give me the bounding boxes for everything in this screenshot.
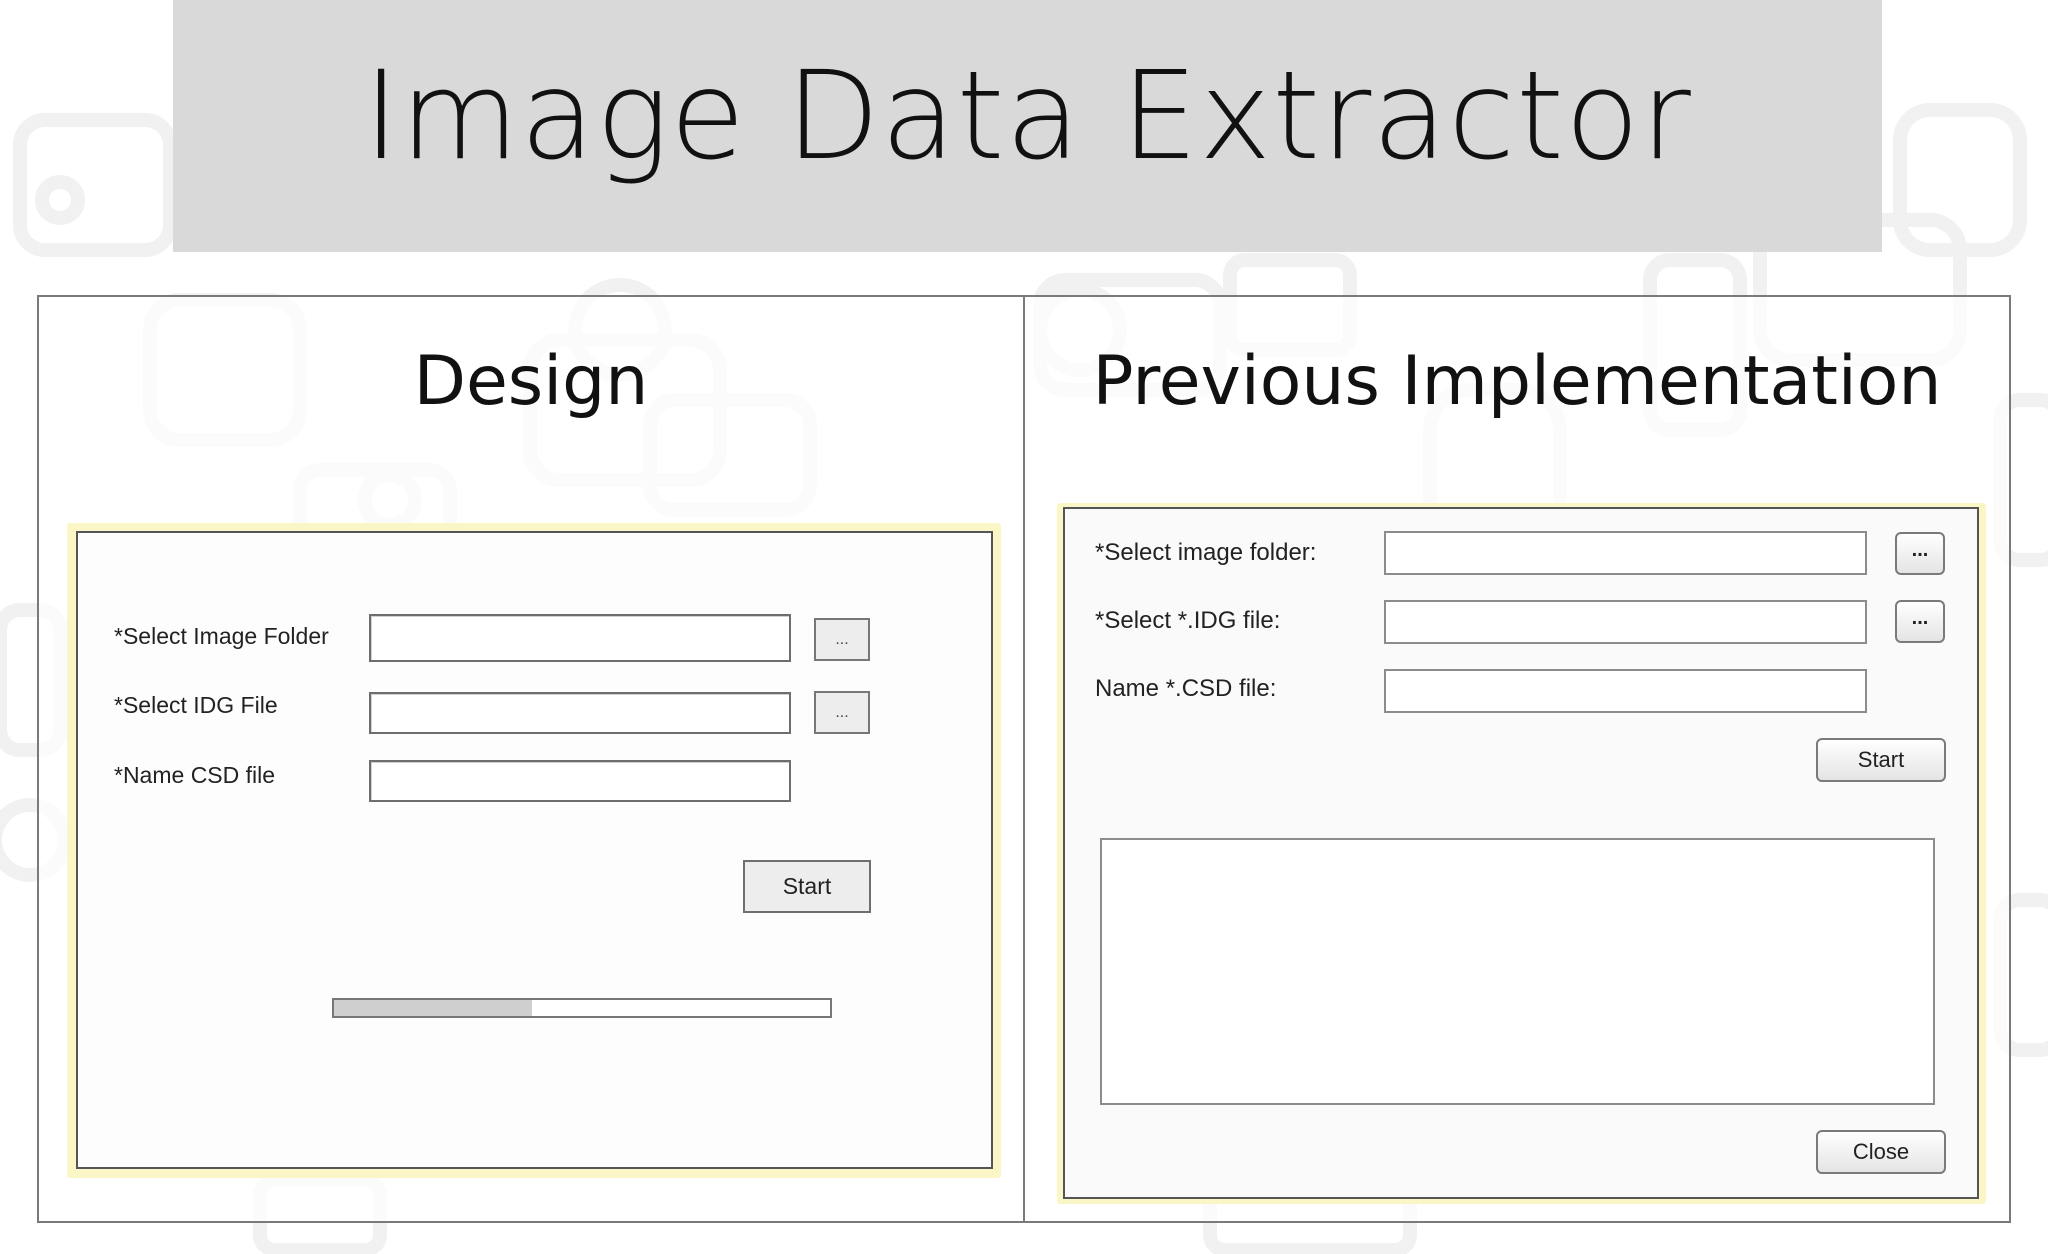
name-csd-file-label: Name *.CSD file: — [1095, 675, 1277, 702]
log-output-area[interactable] — [1100, 838, 1935, 1105]
progress-bar — [332, 998, 832, 1018]
idg-file-input[interactable] — [1384, 600, 1867, 644]
design-window: *Select Image Folder ... *Select IDG Fil… — [76, 531, 993, 1169]
browse-idg-file-button[interactable]: ... — [1895, 600, 1945, 643]
start-button[interactable]: Start — [1816, 738, 1946, 782]
csd-file-name-input[interactable] — [1384, 669, 1867, 713]
image-folder-input[interactable] — [369, 614, 791, 662]
page-title: Image Data Extractor — [363, 45, 1692, 187]
idg-file-input[interactable] — [369, 692, 791, 734]
close-button[interactable]: Close — [1816, 1130, 1946, 1174]
select-idg-file-label: *Select IDG File — [114, 692, 278, 718]
start-button[interactable]: Start — [743, 860, 871, 913]
image-folder-input[interactable] — [1384, 531, 1867, 575]
select-image-folder-label: *Select image folder: — [1095, 539, 1317, 566]
browse-idg-file-button[interactable]: ... — [814, 691, 870, 734]
select-image-folder-label: *Select Image Folder — [114, 623, 329, 649]
title-banner: Image Data Extractor — [173, 0, 1882, 252]
select-idg-file-label: *Select *.IDG file: — [1095, 607, 1281, 634]
implementation-window: *Select image folder: ... *Select *.IDG … — [1063, 507, 1979, 1199]
progress-bar-fill — [334, 1000, 533, 1016]
csd-file-name-input[interactable] — [369, 760, 791, 802]
name-csd-file-label: *Name CSD file — [114, 762, 276, 788]
browse-image-folder-button[interactable]: ... — [814, 618, 870, 661]
implementation-panel-heading: Previous Implementation — [1092, 342, 1942, 421]
browse-image-folder-button[interactable]: ... — [1895, 532, 1945, 575]
design-panel-heading: Design — [413, 342, 649, 421]
